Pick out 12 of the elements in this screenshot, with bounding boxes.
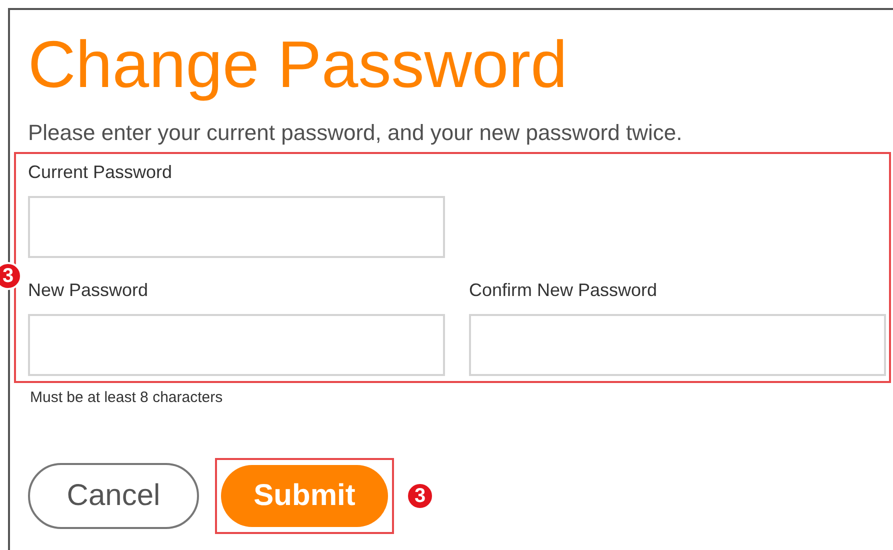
field-label: Confirm New Password: [469, 280, 658, 302]
annotation-badge: 3: [406, 482, 434, 510]
hint-text: Must be at least 8 characters: [30, 389, 224, 406]
field-label: Current Password: [28, 162, 174, 184]
instruction-text: Please enter your current password, and your new password twice.: [28, 120, 684, 146]
annotation-badge: 3: [0, 262, 22, 290]
cancel-button[interactable]: Cancel: [28, 463, 199, 529]
page-title: Change Password: [28, 26, 568, 103]
password-field[interactable]: [28, 314, 445, 376]
password-field[interactable]: [469, 314, 886, 376]
field-label: New Password: [28, 280, 150, 302]
password-field[interactable]: [28, 196, 445, 258]
